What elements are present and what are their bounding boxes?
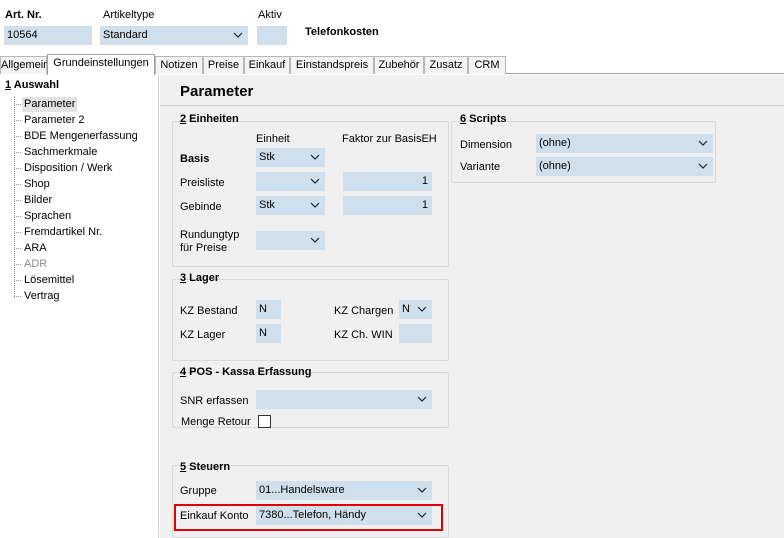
rundungtyp-label-2: für Preise xyxy=(180,242,228,254)
preisliste-faktor-input[interactable]: 1 xyxy=(343,172,432,191)
kz-lager-input[interactable]: N xyxy=(256,324,281,343)
kz-chargen-label: KZ Chargen xyxy=(334,305,394,317)
art-nr-label: Art. Nr. xyxy=(5,9,42,21)
tab-allgemein[interactable]: Allgemein xyxy=(0,56,49,74)
tree-line xyxy=(14,96,15,298)
basis-select[interactable]: Stk xyxy=(256,148,325,167)
tab-einstandspreis[interactable]: Einstandspreis xyxy=(290,56,374,74)
preisliste-label: Preisliste xyxy=(180,177,225,189)
tab-preise[interactable]: Preise xyxy=(203,56,244,74)
nav-item-adr[interactable]: ADR xyxy=(22,257,49,272)
artikeltype-label: Artikeltype xyxy=(103,9,155,21)
artikeltype-select[interactable]: Standard xyxy=(100,26,248,45)
nav-item-fremdartikel[interactable]: Fremdartikel Nr. xyxy=(22,225,104,240)
chevron-down-icon xyxy=(310,235,320,245)
article-title: Telefonkosten xyxy=(305,26,379,38)
chevron-down-icon xyxy=(233,30,243,40)
group-lager xyxy=(172,279,449,361)
tab-notizen[interactable]: Notizen xyxy=(155,56,203,74)
rundungtyp-select[interactable] xyxy=(256,231,325,250)
chevron-down-icon xyxy=(417,510,427,520)
nav-item-bde[interactable]: BDE Mengenerfassung xyxy=(22,129,140,144)
preisliste-select[interactable] xyxy=(256,172,325,191)
gebinde-label: Gebinde xyxy=(180,201,222,213)
faktor-column-label: Faktor zur BasisEH xyxy=(342,133,437,145)
tab-bar: Allgemein Grundeinstellungen Notizen Pre… xyxy=(0,54,784,75)
chevron-down-icon xyxy=(698,138,708,148)
nav-item-sachmerkmale[interactable]: Sachmerkmale xyxy=(22,145,99,160)
snr-erfassen-label: SNR erfassen xyxy=(180,395,249,407)
pos-heading: 4 POS - Kassa Erfassung xyxy=(180,366,312,378)
kz-bestand-input[interactable]: N xyxy=(256,300,281,319)
dimension-label: Dimension xyxy=(460,139,512,151)
kz-bestand-label: KZ Bestand xyxy=(180,305,238,317)
einkauf-konto-label: Einkauf Konto xyxy=(180,510,249,522)
nav-item-vertrag[interactable]: Vertrag xyxy=(22,289,61,304)
tab-grundeinstellungen[interactable]: Grundeinstellungen xyxy=(47,54,155,75)
gebinde-select[interactable]: Stk xyxy=(256,196,325,215)
steuern-heading: 5 Steuern xyxy=(180,461,231,473)
nav-item-shop[interactable]: Shop xyxy=(22,177,52,192)
nav-item-sprachen[interactable]: Sprachen xyxy=(22,209,73,224)
nav-item-loesemittel[interactable]: Lösemittel xyxy=(22,273,76,288)
chevron-down-icon xyxy=(310,152,320,162)
tab-zubehoer[interactable]: Zubehör xyxy=(374,56,424,74)
snr-erfassen-select[interactable] xyxy=(256,390,432,409)
basis-label: Basis xyxy=(180,153,210,165)
tab-zusatz[interactable]: Zusatz xyxy=(424,56,468,74)
kz-ch-win-input[interactable] xyxy=(399,324,432,343)
einheit-column-label: Einheit xyxy=(256,133,290,145)
tab-crm[interactable]: CRM xyxy=(468,56,506,74)
nav-item-disposition[interactable]: Disposition / Werk xyxy=(22,161,114,176)
lager-heading: 3 Lager xyxy=(180,272,220,284)
scripts-heading: 6 Scripts xyxy=(460,113,507,125)
einheiten-heading: 2 Einheiten xyxy=(180,113,239,125)
aktiv-input[interactable] xyxy=(257,26,287,45)
parameter-panel: Parameter 2 Einheiten Einheit Faktor zur… xyxy=(160,75,784,538)
menge-retour-checkbox[interactable] xyxy=(258,415,271,428)
chevron-down-icon xyxy=(417,485,427,495)
nav-panel: 1 Auswahl Parameter Parameter 2 BDE Meng… xyxy=(0,75,159,538)
variante-select[interactable]: (ohne) xyxy=(536,157,713,176)
menge-retour-label: Menge Retour xyxy=(181,416,251,428)
chevron-down-icon xyxy=(417,304,427,314)
kz-lager-label: KZ Lager xyxy=(180,329,226,341)
kz-ch-win-label: KZ Ch. WIN xyxy=(334,329,393,341)
chevron-down-icon xyxy=(310,200,320,210)
art-nr-input[interactable]: 10564 xyxy=(4,26,92,45)
chevron-down-icon xyxy=(310,176,320,186)
aktiv-label: Aktiv xyxy=(258,9,282,21)
nav-heading: 1 Auswahl xyxy=(5,79,60,91)
nav-item-parameter-2[interactable]: Parameter 2 xyxy=(22,113,87,128)
nav-item-parameter[interactable]: Parameter xyxy=(22,97,78,112)
kz-chargen-select[interactable]: N xyxy=(399,300,432,319)
chevron-down-icon xyxy=(417,394,427,404)
gruppe-label: Gruppe xyxy=(180,485,217,497)
dimension-select[interactable]: (ohne) xyxy=(536,134,713,153)
tab-einkauf[interactable]: Einkauf xyxy=(244,56,290,74)
title-divider xyxy=(160,105,784,106)
nav-item-ara[interactable]: ARA xyxy=(22,241,49,256)
chevron-down-icon xyxy=(698,161,708,171)
variante-label: Variante xyxy=(460,161,501,173)
nav-item-bilder[interactable]: Bilder xyxy=(22,193,54,208)
einkauf-konto-select[interactable]: 7380...Telefon, Händy xyxy=(256,506,432,525)
gebinde-faktor-input[interactable]: 1 xyxy=(343,196,432,215)
page-title: Parameter xyxy=(180,83,254,100)
rundungtyp-label: Rundungtyp xyxy=(180,229,240,241)
gruppe-select[interactable]: 01...Handelsware xyxy=(256,481,432,500)
